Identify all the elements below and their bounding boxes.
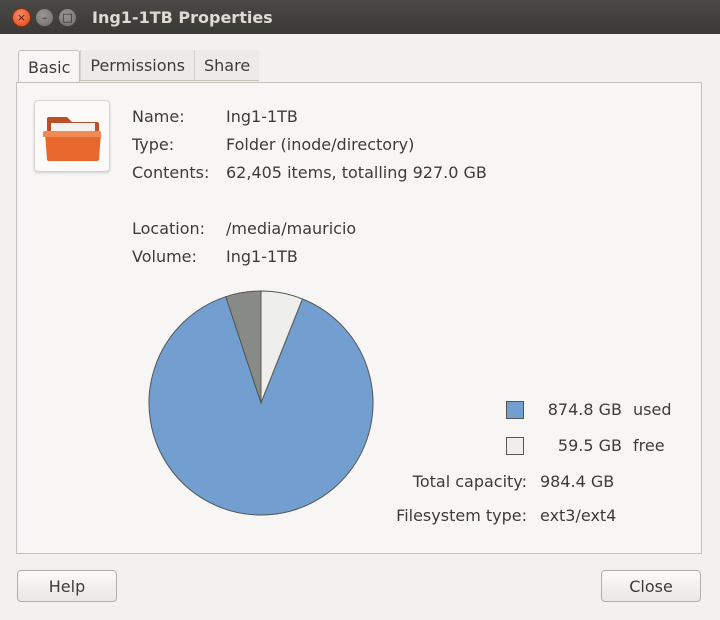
minimize-glyph: –	[41, 11, 48, 24]
folder-icon	[34, 100, 110, 172]
used-label: used	[633, 400, 672, 419]
name-label: Name:	[132, 107, 185, 126]
free-amount: 59.5 GB	[557, 436, 622, 455]
location-label: Location:	[132, 219, 206, 238]
contents-label: Contents:	[132, 163, 210, 182]
tab-share[interactable]: Share	[194, 50, 260, 81]
free-color-swatch	[506, 437, 524, 455]
help-button[interactable]: Help	[17, 570, 117, 602]
tab-bar: Basic Permissions Share	[18, 50, 260, 83]
used-amount: 874.8 GB	[547, 400, 622, 419]
total-capacity-value: 984.4 GB	[540, 472, 615, 491]
volume-value: Ing1-1TB	[226, 247, 298, 266]
window-minimize-icon[interactable]: –	[35, 8, 54, 27]
contents-value: 62,405 items, totalling 927.0 GB	[226, 163, 487, 182]
window-close-icon[interactable]: ×	[12, 8, 31, 27]
title-bar: × – □ Ing1-1TB Properties	[0, 0, 720, 34]
total-capacity-label: Total capacity:	[412, 472, 527, 491]
type-label: Type:	[132, 135, 175, 154]
name-value: Ing1-1TB	[226, 107, 298, 126]
close-button[interactable]: Close	[601, 570, 701, 602]
tab-basic[interactable]: Basic	[18, 50, 81, 83]
type-value: Folder (inode/directory)	[226, 135, 415, 154]
maximize-glyph: □	[62, 11, 73, 24]
disk-usage-pie-chart	[148, 290, 374, 516]
used-color-swatch	[506, 401, 524, 419]
location-value: /media/mauricio	[226, 219, 357, 238]
close-glyph: ×	[16, 11, 27, 24]
volume-label: Volume:	[132, 247, 197, 266]
window-maximize-icon[interactable]: □	[58, 8, 77, 27]
free-label: free	[633, 436, 665, 455]
filesystem-type-label: Filesystem type:	[396, 506, 527, 525]
window-title: Ing1-1TB Properties	[92, 8, 273, 27]
filesystem-type-value: ext3/ext4	[540, 506, 617, 525]
tab-permissions[interactable]: Permissions	[80, 50, 194, 81]
